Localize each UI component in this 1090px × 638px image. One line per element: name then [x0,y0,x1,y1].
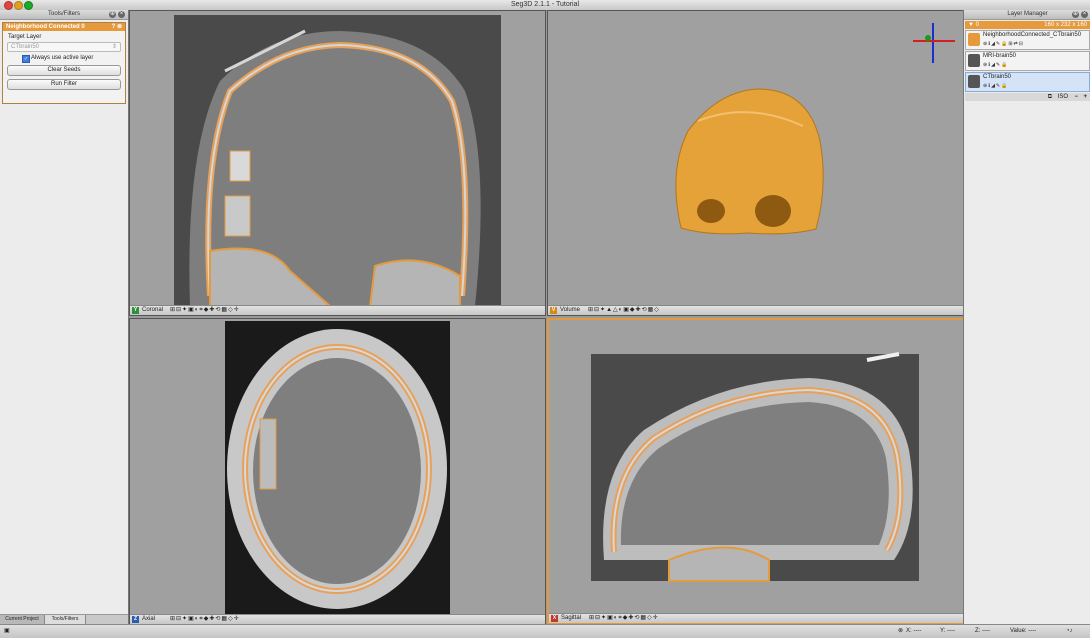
sagittal-tool-icons[interactable]: ⊞⊟✦▣◐⌗◆✚⟲▦◇✛ [589,614,659,623]
tools-panel-header: Tools/Filters ⊕ × [0,10,128,20]
sagittal-slice-image [549,320,963,613]
data-layer-icon [968,75,980,88]
layer-manager-header: Layer Manager ⊕ × [964,10,1090,20]
tab-current-project[interactable]: Current Project [0,615,45,624]
target-layer-label: Target Layer [8,34,42,40]
volume-axis-badge[interactable]: V [550,307,557,314]
coronal-view-label[interactable]: Coronal [142,306,163,315]
sagittal-viewer[interactable]: X Sagittal ⊞⊟✦▣◐⌗◆✚⟲▦◇✛ [547,318,965,625]
sagittal-view-label[interactable]: Sagittal [561,614,581,623]
status-z: Z: ---- [975,628,990,634]
always-active-label: Always use active layer [31,55,94,61]
layer-name: MRI-brain50 [983,53,1017,59]
coronal-slice-image [130,11,545,307]
axial-viewer-toolbar: Z Axial ⊞⊟✦▣◐⌗◆✚⟲▦◇✛ [130,614,545,624]
neighborhood-connected-filter: Neighborhood Connected 0 ? ⊗ Target Laye… [2,22,126,104]
axial-view-label[interactable]: Axial [142,615,155,624]
mask-layer-icon [968,33,980,46]
status-y: Y: ---- [940,628,955,634]
minus-icon[interactable]: − [1074,93,1078,101]
layer-item[interactable]: MRI-brain50 ⊕ℹ◢✎🔒 [965,51,1090,71]
expand-triangle-icon[interactable]: ▼ [965,22,974,28]
layer-control-icons[interactable]: ⊕ℹ◢✎🔒 [983,83,1008,89]
status-x: X: ---- [906,628,922,634]
filter-close-icon[interactable]: ⊗ [117,24,122,30]
volume-tool-icons[interactable]: ⊞⊟✦▲△◐▣◆✚⟲▦◇ [588,306,660,315]
plus-icon[interactable]: + [1083,93,1087,101]
chevron-updown-icon: ⇕ [111,44,117,50]
layer-manager-panel: Layer Manager ⊕ × ▼ 0 160 x 232 x 160 Ne… [963,10,1090,624]
run-filter-button[interactable]: Run Filter [7,79,121,90]
clear-seeds-button[interactable]: Clear Seeds [7,65,121,76]
tab-tools-filters[interactable]: Tools/Filters [45,615,86,624]
layer-name: CTbrain50 [983,74,1012,80]
layer-manager-title: Layer Manager [1007,11,1048,17]
target-layer-value: CTbrain50 [11,44,40,50]
layer-panel-float-icon[interactable]: ⊕ [1072,11,1079,18]
layer-group-dims: 160 x 232 x 160 [1044,22,1087,28]
status-value: Value: ---- [1010,628,1037,634]
panel-float-icon[interactable]: ⊕ [109,11,116,18]
filter-header: Neighborhood Connected 0 ? ⊗ [3,23,125,31]
volume-render-image [548,11,963,306]
duplicate-icon[interactable]: ⧉ [1048,93,1052,101]
layer-control-icons[interactable]: ⊕ℹ◢✎🔒⊞⇄⊟ [983,41,1024,47]
layer-panel-close-icon[interactable]: × [1081,11,1088,18]
layer-name: NeighborhoodConnected_CTbrain50 [983,32,1082,38]
coronal-tool-icons[interactable]: ⊞⊟✦▣◐⌗◆✚⟲▦◇✛ [170,306,240,315]
layer-item[interactable]: NeighborhoodConnected_CTbrain50 ⊕ℹ◢✎🔒⊞⇄⊟ [965,30,1090,50]
panel-close-icon[interactable]: × [118,11,125,18]
axial-viewer[interactable]: Z Axial ⊞⊟✦▣◐⌗◆✚⟲▦◇✛ [129,318,546,625]
axial-slice-image [130,319,545,615]
status-indicator-icon[interactable]: ◔♪ [1066,625,1073,638]
volume-viewer-toolbar: V Volume ⊞⊟✦▲△◐▣◆✚⟲▦◇ [548,305,963,315]
window-title: Seg3D 2.1.1 - Tutorial [510,1,580,8]
layer-group-name: 0 [975,22,979,28]
filter-name: Neighborhood Connected 0 [6,24,85,30]
coordinate-mode-icon[interactable]: ⊗ [898,625,903,638]
tools-filters-panel: Tools/Filters ⊕ × Neighborhood Connected… [0,10,129,624]
checkmark-icon: ✓ [22,55,30,63]
left-panel-tabs: Current Project Tools/Filters [0,614,128,624]
target-layer-select[interactable]: CTbrain50 ⇕ [7,42,121,52]
volume-viewer[interactable]: V Volume ⊞⊟✦▲△◐▣◆✚⟲▦◇ [547,10,964,316]
layer-item-active[interactable]: CTbrain50 ⊕ℹ◢✎🔒 [965,72,1090,92]
volume-view-label[interactable]: Volume [560,306,580,315]
tools-panel-title: Tools/Filters [47,11,80,17]
layer-group-footer: ⧉ ISO − + [965,93,1090,101]
always-active-checkbox[interactable]: ✓ Always use active layer [22,54,125,63]
iso-button[interactable]: ISO [1058,93,1068,101]
coronal-viewer[interactable]: Y Coronal ⊞⊟✦▣◐⌗◆✚⟲▦◇✛ [129,10,546,316]
layer-group-header[interactable]: ▼ 0 160 x 232 x 160 [965,21,1090,29]
axial-axis-badge[interactable]: Z [132,616,139,623]
sagittal-axis-badge[interactable]: X [551,615,558,622]
sagittal-viewer-toolbar: X Sagittal ⊞⊟✦▣◐⌗◆✚⟲▦◇✛ [549,613,963,623]
coronal-viewer-toolbar: Y Coronal ⊞⊟✦▣◐⌗◆✚⟲▦◇✛ [130,305,545,315]
status-bar: ▣ ⊗ X: ---- Y: ---- Z: ---- Value: ---- … [0,624,1090,638]
data-layer-icon [968,54,980,67]
axial-tool-icons[interactable]: ⊞⊟✦▣◐⌗◆✚⟲▦◇✛ [170,615,240,624]
help-icon[interactable]: ? [112,24,116,30]
coronal-axis-badge[interactable]: Y [132,307,139,314]
layer-control-icons[interactable]: ⊕ℹ◢✎🔒 [983,62,1008,68]
project-status-icon[interactable]: ▣ [4,625,10,638]
